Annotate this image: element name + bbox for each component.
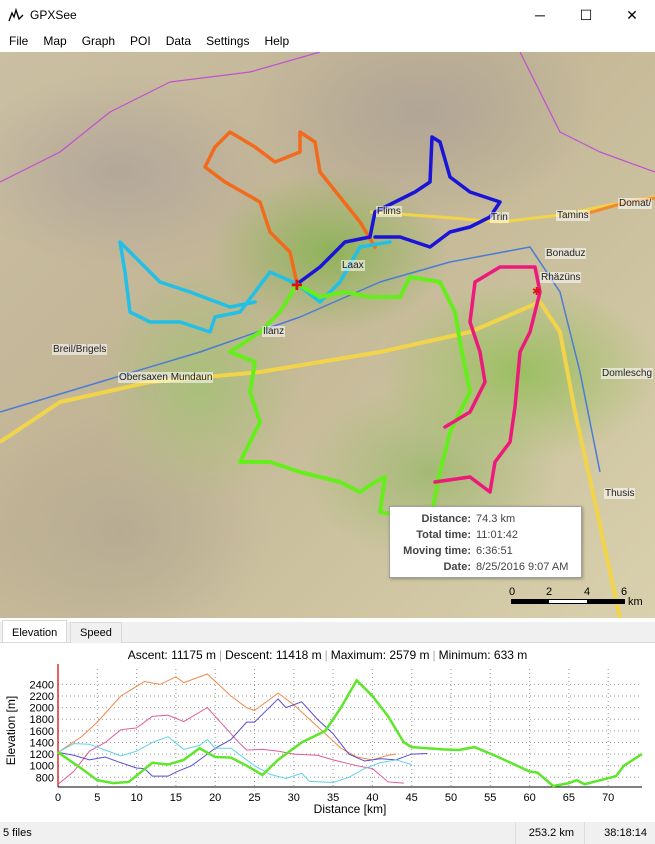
place-label: Tamins	[556, 210, 590, 221]
scale-tick: 6	[621, 586, 628, 598]
x-tick-label: 5	[94, 792, 100, 804]
x-axis-label: Distance [km]	[314, 802, 387, 816]
place-label: Obersaxen Mundaun	[118, 372, 214, 383]
place-label: Flims	[376, 206, 402, 217]
menu-poi[interactable]: POI	[123, 34, 159, 48]
y-axis-label: Elevation [m]	[4, 696, 18, 765]
y-tick-label: 1000	[30, 761, 54, 773]
x-tick-label: 45	[406, 792, 418, 804]
tooltip-value: 11:01:42	[476, 529, 519, 541]
tab-speed[interactable]: Speed	[70, 622, 122, 643]
close-button[interactable]: ✕	[609, 0, 655, 30]
elevation-graph[interactable]: Ascent: 11175 m | Descent: 11418 m | Maximum…	[0, 644, 655, 822]
map-scale-bar: 0 2 4 6 km	[509, 586, 649, 608]
x-tick-label: 65	[563, 792, 575, 804]
place-label: Rhäzüns	[540, 272, 582, 283]
place-label: Bonaduz	[545, 248, 587, 259]
x-tick-label: 70	[602, 792, 614, 804]
menu-data[interactable]: Data	[159, 34, 199, 48]
place-label: Domat/	[618, 198, 653, 209]
track-start-marker: ✚	[291, 278, 303, 294]
y-tick-label: 800	[36, 772, 54, 784]
gpxsee-app-icon	[8, 7, 24, 22]
y-tick-label: 1800	[30, 714, 54, 726]
y-tick-label: 2400	[30, 679, 54, 691]
tab-elevation[interactable]: Elevation	[2, 620, 68, 642]
menu-file[interactable]: File	[2, 34, 36, 48]
scale-unit: km	[628, 596, 643, 608]
boundary	[0, 52, 321, 183]
place-label: Domleschg	[601, 368, 654, 379]
maximize-button[interactable]: ☐	[563, 0, 609, 30]
y-tick-label: 1200	[30, 749, 54, 761]
place-label: Thusis	[604, 488, 636, 499]
scale-tick: 2	[546, 586, 553, 598]
x-tick-label: 15	[170, 792, 182, 804]
x-tick-label: 0	[55, 792, 61, 804]
x-tick-label: 55	[484, 792, 496, 804]
place-label: Laax	[341, 260, 365, 271]
tooltip-label: Moving time:	[403, 545, 471, 557]
tooltip-value: 74.3 km	[476, 513, 516, 525]
track-info-tooltip: Distance: 74.3 km Total time: 11:01:42 Mov…	[389, 506, 582, 578]
x-tick-label: 30	[288, 792, 300, 804]
x-tick-label: 25	[248, 792, 260, 804]
track-green	[228, 275, 472, 524]
tooltip-label: Distance:	[421, 513, 471, 525]
menu-map[interactable]: Map	[36, 34, 74, 48]
x-tick-label: 20	[209, 792, 221, 804]
total-time: 38:18:14	[584, 822, 655, 844]
boundary	[519, 52, 655, 173]
scale-tick: 4	[584, 586, 591, 598]
track-end-marker: ✱	[532, 285, 541, 298]
tooltip-value: 6:36:51	[476, 545, 513, 557]
tooltip-value: 8/25/2016 9:07 AM	[476, 561, 569, 573]
x-tick-label: 60	[523, 792, 535, 804]
place-label: Breil/Brigels	[52, 344, 108, 355]
total-distance: 253.2 km	[515, 822, 582, 844]
track-cyan	[118, 240, 299, 334]
menu-help[interactable]: Help	[257, 34, 297, 48]
minimize-button[interactable]: ─	[517, 0, 563, 30]
y-tick-label: 2000	[30, 703, 54, 715]
tooltip-label: Total time:	[416, 529, 471, 541]
menu-graph[interactable]: Graph	[75, 34, 123, 48]
x-tick-label: 50	[445, 792, 457, 804]
y-tick-label: 1600	[30, 726, 54, 738]
elevation-chart: 0 5 10 15 20 25 30 35 40 45 50 55 60 65 70800100012001…	[4, 664, 643, 816]
graph-tabs: Elevation Speed	[0, 620, 655, 643]
place-label: Trin	[490, 212, 509, 223]
y-tick-label: 2200	[30, 691, 54, 703]
file-count: 5 files	[3, 827, 32, 839]
elevation-series-line	[57, 673, 397, 761]
title-bar: GPXSee ─ ☐ ✕	[0, 0, 655, 30]
scale-tick: 0	[509, 586, 516, 598]
status-bar: 5 files 253.2 km 38:18:14	[0, 822, 655, 844]
menu-bar: File Map Graph POI Data Settings Help	[0, 31, 655, 51]
tooltip-label: Date:	[443, 561, 471, 573]
place-label: Ilanz	[262, 326, 286, 337]
y-tick-label: 1400	[30, 737, 54, 749]
window-title: GPXSee	[30, 8, 77, 22]
menu-settings[interactable]: Settings	[199, 34, 257, 48]
road	[369, 195, 655, 224]
x-tick-label: 10	[130, 792, 142, 804]
